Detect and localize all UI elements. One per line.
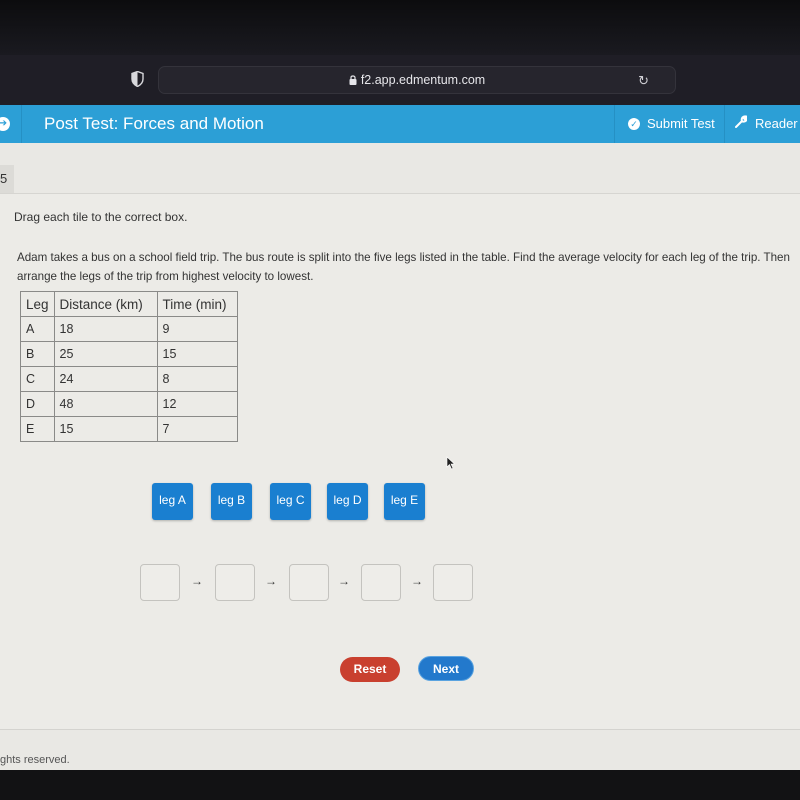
reader-tools-label: Reader T [755, 116, 800, 131]
table-cell: C [20, 366, 55, 392]
tile-leg-e[interactable]: leg E [384, 483, 425, 520]
table-row: A 18 9 [20, 316, 238, 342]
test-page: 5 Drag each tile to the correct box. Ada… [0, 143, 800, 770]
table-cell: E [20, 416, 55, 442]
table-cell: 15 [53, 416, 158, 442]
arrow-right-icon: → [338, 574, 350, 588]
drop-box-4[interactable] [361, 564, 401, 601]
drop-box-3[interactable] [289, 564, 329, 601]
column-header-leg: Leg [20, 291, 55, 317]
column-header-time: Time (min) [156, 291, 238, 317]
app-header: ➔ Post Test: Forces and Motion ✓ Submit … [0, 105, 800, 143]
nav-toggle-button[interactable]: ➔ [0, 105, 22, 143]
table-cell: 24 [53, 366, 158, 392]
arrow-right-circle-icon: ➔ [0, 117, 10, 131]
table-cell: 48 [53, 391, 158, 417]
drop-box-2[interactable] [215, 564, 255, 601]
table-cell: B [20, 341, 55, 367]
table-header-row: Leg Distance (km) Time (min) [20, 291, 238, 317]
submit-test-button[interactable]: ✓ Submit Test [614, 105, 724, 143]
table-cell: A [20, 316, 55, 342]
submit-test-label: Submit Test [647, 116, 715, 131]
footer-copyright: ghts reserved. [0, 754, 70, 766]
arrow-right-icon: → [191, 574, 203, 588]
wrench-icon [735, 115, 749, 131]
column-header-distance: Distance (km) [53, 291, 158, 317]
drop-box-1[interactable] [140, 564, 180, 601]
tile-leg-a[interactable]: leg A [152, 483, 193, 520]
reader-tools-button[interactable]: Reader T [724, 105, 800, 143]
reset-button[interactable]: Reset [340, 657, 400, 682]
shield-icon[interactable] [131, 71, 144, 87]
table-cell: 9 [156, 316, 238, 342]
table-cell: 8 [156, 366, 238, 392]
tile-leg-c[interactable]: leg C [270, 483, 311, 520]
url-display[interactable]: f2.app.edmentum.com [159, 73, 675, 87]
next-button[interactable]: Next [418, 656, 474, 681]
arrow-right-icon: → [265, 574, 277, 588]
table-cell: 25 [53, 341, 158, 367]
check-circle-icon: ✓ [628, 118, 640, 130]
table-row: E 15 7 [20, 416, 238, 442]
instruction-text: Drag each tile to the correct box. [14, 210, 188, 224]
table-row: D 48 12 [20, 391, 238, 417]
legs-table: Leg Distance (km) Time (min) A 18 9 B 25… [20, 291, 238, 442]
tile-leg-d[interactable]: leg D [327, 483, 368, 520]
question-number: 5 [0, 165, 14, 193]
lock-icon [349, 75, 357, 85]
table-cell: 7 [156, 416, 238, 442]
url-text: f2.app.edmentum.com [360, 73, 486, 87]
table-row: C 24 8 [20, 366, 238, 392]
question-prompt: Adam takes a bus on a school field trip.… [17, 251, 790, 283]
mouse-cursor-icon [446, 456, 456, 470]
drop-box-5[interactable] [433, 564, 473, 601]
table-cell: D [20, 391, 55, 417]
address-bar[interactable]: f2.app.edmentum.com ↻ [158, 66, 676, 94]
screen-bezel-bottom [0, 770, 800, 800]
tile-leg-b[interactable]: leg B [211, 483, 252, 520]
page-title: Post Test: Forces and Motion [44, 114, 264, 133]
arrow-right-icon: → [411, 574, 423, 588]
table-cell: 15 [156, 341, 238, 367]
table-cell: 12 [156, 391, 238, 417]
table-cell: 18 [53, 316, 158, 342]
screen-bezel-top [0, 0, 800, 55]
reload-icon[interactable]: ↻ [638, 73, 649, 89]
table-row: B 25 15 [20, 341, 238, 367]
question-card: Drag each tile to the correct box. Adam … [0, 194, 800, 730]
